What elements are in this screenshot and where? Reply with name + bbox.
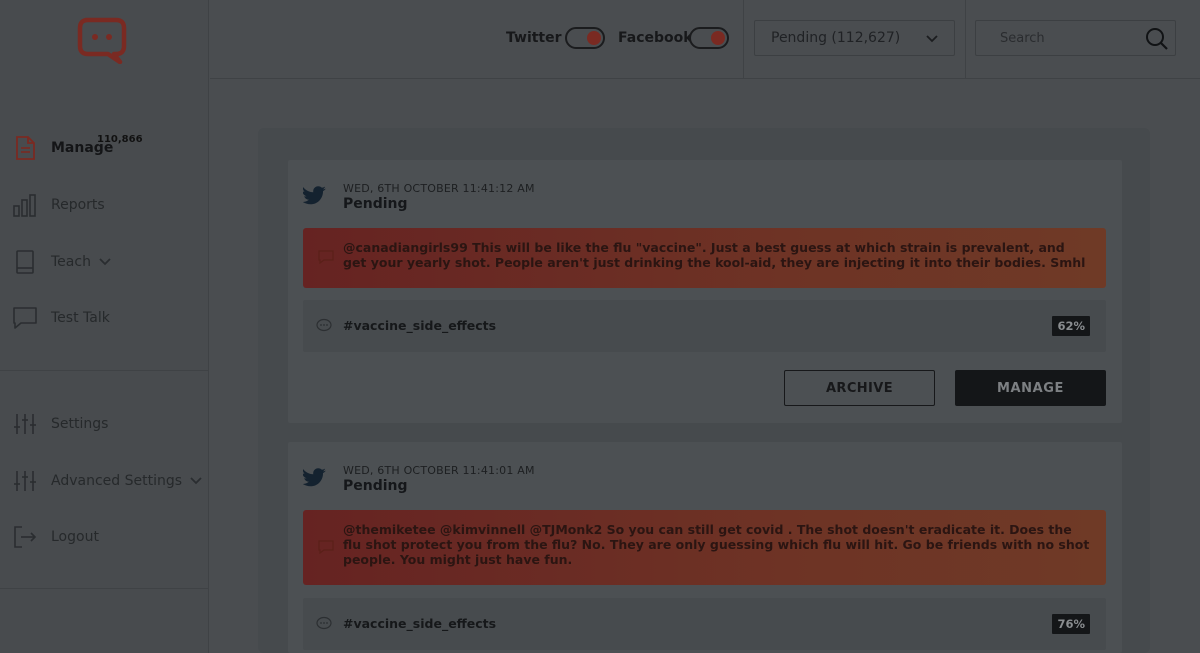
comment-dots-icon (316, 318, 332, 337)
chevron-down-icon (926, 31, 938, 47)
facebook-toggle[interactable] (689, 27, 729, 49)
post-message[interactable]: @canadiangirls99 This will be like the f… (303, 228, 1106, 288)
toggle-knob (711, 31, 725, 45)
comment-icon (318, 250, 334, 267)
sidebar-item-label: Reports (51, 197, 105, 213)
chevron-down-icon (190, 473, 202, 489)
post-date: WED, 6TH OCTOBER 11:41:12 AM (343, 182, 535, 195)
twitter-toggle-label: Twitter (506, 30, 562, 46)
search-icon[interactable] (1145, 27, 1169, 55)
tag-row: #vaccine_side_effects 76% (303, 598, 1106, 650)
status-filter-value: Pending (112,627) (771, 30, 901, 46)
confidence-badge: 76% (1052, 614, 1090, 634)
sidebar-item-teach[interactable]: Teach (12, 246, 111, 278)
search-input[interactable] (976, 30, 1136, 46)
search-box (975, 20, 1176, 56)
sidebar-item-label: Advanced Settings (51, 473, 183, 489)
header-divider (743, 0, 744, 79)
post-card: WED, 6TH OCTOBER 11:41:12 AM Pending @ca… (288, 160, 1122, 423)
sliders-icon (12, 468, 38, 494)
sidebar-item-advanced-settings[interactable]: Advanced Settings (12, 465, 202, 497)
top-header: Twitter Facebook Pending (112,627) (210, 0, 1200, 79)
sidebar-item-logout[interactable]: Logout (12, 521, 99, 553)
sidebar-item-reports[interactable]: Reports (12, 189, 105, 221)
sidebar-item-test-talk[interactable]: Test Talk (12, 302, 110, 334)
sidebar-item-label: Settings (51, 416, 109, 432)
post-status: Pending (343, 478, 408, 494)
tag-row: #vaccine_side_effects 62% (303, 300, 1106, 352)
toggle-knob (587, 31, 601, 45)
chat-bubble-icon (12, 305, 38, 331)
status-filter-select[interactable]: Pending (112,627) (754, 20, 955, 56)
document-icon (12, 135, 38, 161)
sliders-icon (12, 411, 38, 437)
topic-tag[interactable]: #vaccine_side_effects (343, 616, 496, 631)
confidence-badge: 62% (1052, 316, 1090, 336)
sidebar-divider (0, 370, 209, 371)
sidebar: Manage 110,866 Reports Teach Test Talk S… (0, 0, 209, 653)
sidebar-divider (0, 588, 209, 589)
sidebar-item-label: Teach (51, 254, 91, 270)
sidebar-item-label: Logout (51, 529, 99, 545)
post-message[interactable]: @themiketee @kimvinnell @TJMonk2 So you … (303, 510, 1106, 585)
archive-button[interactable]: ARCHIVE (784, 370, 935, 406)
chevron-down-icon (99, 254, 111, 270)
bar-chart-icon (12, 192, 38, 218)
topic-tag[interactable]: #vaccine_side_effects (343, 318, 496, 333)
twitter-toggle[interactable] (565, 27, 605, 49)
post-status: Pending (343, 196, 408, 212)
sidebar-item-settings[interactable]: Settings (12, 408, 108, 440)
sidebar-item-label: Test Talk (51, 310, 110, 326)
header-divider (965, 0, 966, 79)
comment-dots-icon (316, 616, 332, 635)
logout-icon (12, 524, 38, 550)
facebook-toggle-label: Facebook (618, 30, 693, 46)
post-message-text: @canadiangirls99 This will be like the f… (343, 240, 1086, 270)
book-icon (12, 249, 38, 275)
post-card: WED, 6TH OCTOBER 11:41:01 AM Pending @th… (288, 442, 1122, 653)
twitter-icon (302, 468, 327, 492)
manage-count-badge: 110,866 (97, 134, 143, 145)
twitter-icon (302, 186, 327, 210)
manage-button[interactable]: MANAGE (955, 370, 1106, 406)
post-date: WED, 6TH OCTOBER 11:41:01 AM (343, 464, 535, 477)
logo-icon[interactable] (76, 16, 128, 64)
comment-icon (318, 540, 334, 557)
post-message-text: @themiketee @kimvinnell @TJMonk2 So you … (343, 522, 1090, 567)
